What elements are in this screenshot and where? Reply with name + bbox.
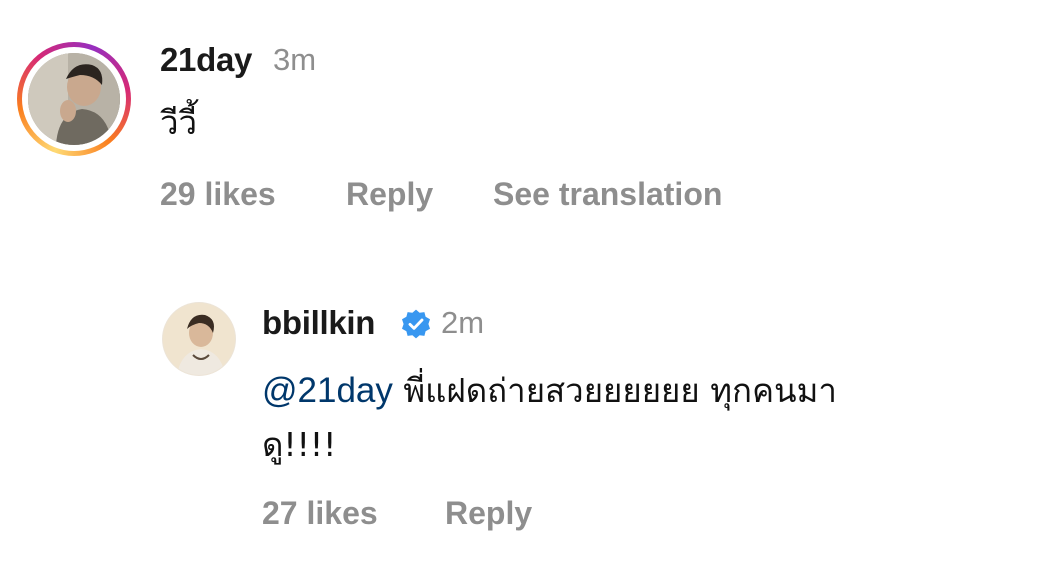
avatar-21day[interactable] xyxy=(28,53,120,145)
reply-text: @21day พี่แฝดถ่ายสวยยยยยย ทุกคนมา ดู!!!! xyxy=(262,364,1002,472)
comment-likes-count[interactable]: 29 likes xyxy=(160,174,276,214)
mention-link[interactable]: @21day xyxy=(262,371,393,410)
reply-timestamp: 2m xyxy=(441,305,485,340)
comment-username[interactable]: 21day xyxy=(160,40,252,80)
story-ring-avatar[interactable] xyxy=(17,42,131,156)
reply-button[interactable]: Reply xyxy=(445,493,532,533)
avatar-bbillkin[interactable] xyxy=(163,303,235,375)
reply-text-line1: พี่แฝดถ่ายสวยยยยยย ทุกคนมา xyxy=(392,371,837,410)
see-translation-button[interactable]: See translation xyxy=(493,174,722,214)
comment-text: วีวี้ xyxy=(160,103,198,142)
comment-timestamp: 3m xyxy=(273,42,317,77)
reply-button[interactable]: Reply xyxy=(346,174,433,214)
reply-text-line2: ดู!!!! xyxy=(262,425,337,464)
reply-username[interactable]: bbillkin xyxy=(262,303,375,343)
avatar-photo-bbillkin xyxy=(163,303,235,375)
verified-badge-icon xyxy=(402,309,430,339)
avatar-photo-21day xyxy=(28,53,120,145)
reply-likes-count[interactable]: 27 likes xyxy=(262,493,378,533)
